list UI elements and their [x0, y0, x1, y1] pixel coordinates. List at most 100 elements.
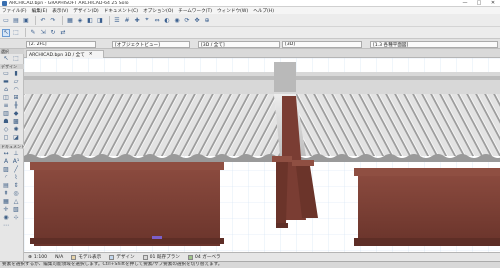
figure-tool-icon[interactable]: ▧: [12, 206, 20, 213]
stair-tool-icon[interactable]: ≡: [2, 102, 10, 109]
maximize-button[interactable]: □: [472, 0, 486, 7]
section-tool-icon[interactable]: ⇕: [12, 182, 20, 189]
section-icon[interactable]: ◧: [86, 16, 94, 24]
guide-icon[interactable]: ⌖: [143, 16, 151, 24]
edit-mode-icon[interactable]: ✎: [29, 29, 37, 37]
elevation-tool-icon[interactable]: ⇞: [2, 190, 10, 197]
marquee-icon[interactable]: ⬚: [12, 29, 20, 37]
layer-swatch-icon: [71, 254, 77, 260]
object-tool-icon[interactable]: ☗: [2, 118, 10, 125]
undo-icon[interactable]: ↶: [39, 16, 47, 24]
render-icon[interactable]: ◉: [173, 16, 181, 24]
arrow-toolbar: ↖ ⬚ ✎ ⇲ ↻ ⇄: [0, 27, 500, 39]
measure-icon[interactable]: ⇔: [153, 16, 161, 24]
door-tool-icon[interactable]: ◫: [2, 94, 10, 101]
surface-icon[interactable]: ◐: [163, 16, 171, 24]
menu-window[interactable]: ウィンドウ(W): [217, 8, 248, 14]
menu-help[interactable]: ヘルプ(H): [253, 8, 274, 14]
open-folder-icon[interactable]: ▤: [12, 16, 20, 24]
grid-tool-icon[interactable]: ⊹: [12, 214, 20, 221]
text-tool-icon[interactable]: A: [2, 158, 10, 165]
grid-icon[interactable]: #: [123, 16, 131, 24]
layers-icon[interactable]: ☰: [113, 16, 121, 24]
floor-plan-icon[interactable]: ▦: [66, 16, 74, 24]
beam-tool-icon[interactable]: ▬: [2, 78, 10, 85]
elevation-icon[interactable]: ◨: [96, 16, 104, 24]
magnifier-icon: ⊕: [28, 254, 32, 260]
morph-tool-icon[interactable]: ◆: [12, 110, 20, 117]
opening-tool-icon[interactable]: ◻: [2, 134, 10, 141]
lamp-tool-icon[interactable]: ✺: [12, 126, 20, 133]
redo-icon[interactable]: ↷: [49, 16, 57, 24]
detail-field[interactable]: [1.3 各種平面図]: [370, 41, 498, 48]
column-tool-icon[interactable]: ▮: [12, 70, 20, 77]
3d-view-icon[interactable]: ◈: [76, 16, 84, 24]
marquee-tool-icon[interactable]: ⬚: [12, 55, 20, 62]
graphic-override-control[interactable]: 04 ガーベラ: [187, 254, 221, 260]
snap-icon[interactable]: ✚: [133, 16, 141, 24]
move-icon[interactable]: ⇲: [39, 29, 47, 37]
story-field[interactable]: [2. 2FL]: [26, 41, 96, 48]
layer-combination-control[interactable]: モデル表示: [71, 254, 101, 260]
more-tools-icon[interactable]: ⋯: [2, 222, 10, 229]
hotspot-tool-icon[interactable]: ✛: [2, 206, 10, 213]
3d-model-render: [24, 58, 500, 252]
new-file-icon[interactable]: ▭: [2, 16, 10, 24]
save-icon[interactable]: ▣: [22, 16, 30, 24]
mirror-icon[interactable]: ⇄: [59, 29, 67, 37]
skylight-tool-icon[interactable]: ◪: [12, 134, 20, 141]
zoom-value-control[interactable]: N/A: [55, 255, 63, 260]
detail-tool-icon[interactable]: ◎: [12, 190, 20, 197]
curtain-wall-tool-icon[interactable]: ▥: [2, 110, 10, 117]
worksheet-tool-icon[interactable]: ▦: [2, 198, 10, 205]
line-tool-icon[interactable]: ╱: [12, 166, 20, 173]
menu-options[interactable]: オプション(O): [143, 8, 173, 14]
mesh-tool-icon[interactable]: ◇: [2, 126, 10, 133]
fill-tool-icon[interactable]: ▨: [2, 166, 10, 173]
rotate-icon[interactable]: ↻: [49, 29, 57, 37]
drawing-tool-icon[interactable]: ▤: [2, 182, 10, 189]
dimension-tool-icon[interactable]: ↔: [2, 150, 10, 157]
label-tool-icon[interactable]: A¹: [12, 158, 20, 165]
camera-tool-icon[interactable]: ◉: [2, 214, 10, 221]
menu-view[interactable]: 表示(V): [52, 8, 68, 14]
menu-document[interactable]: ドキュメント(C): [104, 8, 138, 14]
beam-right-bottom-flange: [354, 238, 500, 246]
pan-icon[interactable]: ✥: [193, 16, 201, 24]
layout-field[interactable]: [3D / 全て]: [198, 41, 280, 48]
menu-teamwork[interactable]: チームワーク(T): [178, 8, 212, 14]
view-field[interactable]: [オブジェクトビュー]: [112, 41, 190, 48]
orbit-icon[interactable]: ⟳: [183, 16, 191, 24]
toolbar-separator: [25, 28, 26, 37]
tab-3d-all[interactable]: ARCHICAD.bpn 3D / 全て ✕: [26, 50, 104, 58]
change-tool-icon[interactable]: △: [12, 198, 20, 205]
tab-close-icon[interactable]: ✕: [89, 52, 93, 57]
arc-tool-icon[interactable]: ◜: [2, 174, 10, 181]
railing-tool-icon[interactable]: ╫: [12, 102, 20, 109]
arrow-tool-icon[interactable]: ↖: [2, 55, 10, 62]
polyline-tool-icon[interactable]: ⌇: [12, 174, 20, 181]
menu-file[interactable]: ファイル(F): [2, 8, 27, 14]
roof-tool-icon[interactable]: ⌂: [2, 86, 10, 93]
toolbox-section-document: ドキュメント: [0, 144, 25, 149]
toolbar-separator: [62, 15, 63, 25]
arrow-select-icon[interactable]: ↖: [2, 28, 10, 37]
wall-tool-icon[interactable]: ▭: [2, 70, 10, 77]
menu-bar: ファイル(F) 編集(E) 表示(V) デザイン(D) ドキュメント(C) オプ…: [0, 7, 500, 14]
menu-design[interactable]: デザイン(D): [73, 8, 99, 14]
slab-tool-icon[interactable]: ▱: [12, 78, 20, 85]
zoom-scale-control[interactable]: ⊕ 1:100: [28, 255, 47, 260]
close-button[interactable]: ✕: [486, 0, 500, 7]
menu-edit[interactable]: 編集(E): [32, 8, 48, 14]
status-bar: 要素を選択するか、編集可能領域を選択します。Ctrl+Shiftを押して要素/サ…: [0, 261, 500, 268]
3d-field[interactable]: [3D]: [282, 41, 362, 48]
window-tool-icon[interactable]: ⊞: [12, 94, 20, 101]
3d-viewport[interactable]: [24, 58, 500, 252]
renovation-filter-control[interactable]: 01 既存プラン: [142, 254, 180, 260]
minimize-button[interactable]: —: [458, 0, 472, 7]
shell-tool-icon[interactable]: ◠: [12, 86, 20, 93]
zoom-icon[interactable]: ⊕: [203, 16, 211, 24]
model-view-control[interactable]: デザイン: [109, 254, 135, 260]
zone-tool-icon[interactable]: ▩: [12, 118, 20, 125]
level-dimension-tool-icon[interactable]: ⊥: [12, 150, 20, 157]
